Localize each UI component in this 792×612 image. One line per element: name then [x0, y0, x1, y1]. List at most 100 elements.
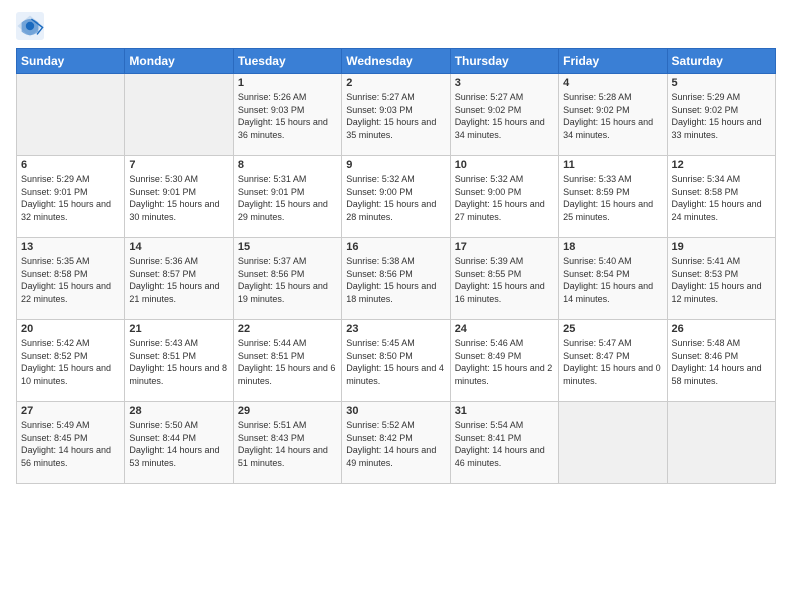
calendar-cell: 13 Sunrise: 5:35 AM Sunset: 8:58 PM Dayli… [17, 238, 125, 320]
day-info: Sunrise: 5:40 AM Sunset: 8:54 PM Dayligh… [563, 255, 662, 305]
calendar-cell: 17 Sunrise: 5:39 AM Sunset: 8:55 PM Dayli… [450, 238, 558, 320]
day-number: 14 [129, 241, 228, 253]
day-number: 28 [129, 405, 228, 417]
day-info: Sunrise: 5:27 AM Sunset: 9:03 PM Dayligh… [346, 91, 445, 141]
day-info: Sunrise: 5:36 AM Sunset: 8:57 PM Dayligh… [129, 255, 228, 305]
calendar-week-4: 20 Sunrise: 5:42 AM Sunset: 8:52 PM Dayli… [17, 320, 776, 402]
day-number: 20 [21, 323, 120, 335]
day-number: 18 [563, 241, 662, 253]
calendar-cell: 6 Sunrise: 5:29 AM Sunset: 9:01 PM Daylig… [17, 156, 125, 238]
day-number: 24 [455, 323, 554, 335]
day-info: Sunrise: 5:32 AM Sunset: 9:00 PM Dayligh… [455, 173, 554, 223]
day-number: 13 [21, 241, 120, 253]
calendar-cell: 4 Sunrise: 5:28 AM Sunset: 9:02 PM Daylig… [559, 74, 667, 156]
calendar-cell: 20 Sunrise: 5:42 AM Sunset: 8:52 PM Dayli… [17, 320, 125, 402]
day-info: Sunrise: 5:47 AM Sunset: 8:47 PM Dayligh… [563, 337, 662, 387]
day-info: Sunrise: 5:29 AM Sunset: 9:02 PM Dayligh… [672, 91, 771, 141]
day-number: 16 [346, 241, 445, 253]
day-info: Sunrise: 5:31 AM Sunset: 9:01 PM Dayligh… [238, 173, 337, 223]
day-number: 25 [563, 323, 662, 335]
logo-icon [16, 12, 44, 40]
calendar-cell: 7Sunrise: 5:30 AM Sunset: 9:01 PM Daylig… [125, 156, 233, 238]
calendar-cell: 21 Sunrise: 5:43 AM Sunset: 8:51 PM Dayli… [125, 320, 233, 402]
day-number: 6 [21, 159, 120, 171]
day-info: Sunrise: 5:34 AM Sunset: 8:58 PM Dayligh… [672, 173, 771, 223]
calendar-cell: 23 Sunrise: 5:45 AM Sunset: 8:50 PM Dayli… [342, 320, 450, 402]
day-number: 11 [563, 159, 662, 171]
day-info: Sunrise: 5:33 AM Sunset: 8:59 PM Dayligh… [563, 173, 662, 223]
day-number: 19 [672, 241, 771, 253]
calendar-week-3: 13 Sunrise: 5:35 AM Sunset: 8:58 PM Dayli… [17, 238, 776, 320]
day-info: Sunrise: 5:49 AM Sunset: 8:45 PM Dayligh… [21, 419, 120, 469]
day-number: 21 [129, 323, 228, 335]
day-info: Sunrise: 5:52 AM Sunset: 8:42 PM Dayligh… [346, 419, 445, 469]
day-info: Sunrise: 5:41 AM Sunset: 8:53 PM Dayligh… [672, 255, 771, 305]
calendar-week-2: 6 Sunrise: 5:29 AM Sunset: 9:01 PM Daylig… [17, 156, 776, 238]
day-number: 15 [238, 241, 337, 253]
day-number: 4 [563, 77, 662, 89]
day-info: Sunrise: 5:28 AM Sunset: 9:02 PM Dayligh… [563, 91, 662, 141]
calendar-cell: 2 Sunrise: 5:27 AM Sunset: 9:03 PM Daylig… [342, 74, 450, 156]
day-number: 22 [238, 323, 337, 335]
calendar-cell: 11 Sunrise: 5:33 AM Sunset: 8:59 PM Dayli… [559, 156, 667, 238]
calendar-cell: 8 Sunrise: 5:31 AM Sunset: 9:01 PM Daylig… [233, 156, 341, 238]
calendar-cell: 14 Sunrise: 5:36 AM Sunset: 8:57 PM Dayli… [125, 238, 233, 320]
day-info: Sunrise: 5:26 AM Sunset: 9:03 PM Dayligh… [238, 91, 337, 141]
calendar-week-1: 1 Sunrise: 5:26 AM Sunset: 9:03 PM Daylig… [17, 74, 776, 156]
calendar-header-friday: Friday [559, 49, 667, 74]
calendar-header-sunday: Sunday [17, 49, 125, 74]
day-info: Sunrise: 5:35 AM Sunset: 8:58 PM Dayligh… [21, 255, 120, 305]
calendar-cell [667, 402, 775, 484]
calendar-cell: 1 Sunrise: 5:26 AM Sunset: 9:03 PM Daylig… [233, 74, 341, 156]
day-number: 2 [346, 77, 445, 89]
calendar-header-saturday: Saturday [667, 49, 775, 74]
day-number: 10 [455, 159, 554, 171]
day-info: Sunrise: 5:30 AM Sunset: 9:01 PM Dayligh… [129, 173, 228, 223]
day-number: 27 [21, 405, 120, 417]
calendar-cell: 26 Sunrise: 5:48 AM Sunset: 8:46 PM Dayli… [667, 320, 775, 402]
day-number: 31 [455, 405, 554, 417]
day-number: 1 [238, 77, 337, 89]
page: SundayMondayTuesdayWednesdayThursdayFrid… [0, 0, 792, 612]
calendar-cell: 15Sunrise: 5:37 AM Sunset: 8:56 PM Dayli… [233, 238, 341, 320]
calendar-header-tuesday: Tuesday [233, 49, 341, 74]
calendar-cell: 19 Sunrise: 5:41 AM Sunset: 8:53 PM Dayli… [667, 238, 775, 320]
day-number: 8 [238, 159, 337, 171]
day-number: 17 [455, 241, 554, 253]
calendar-header-monday: Monday [125, 49, 233, 74]
day-number: 30 [346, 405, 445, 417]
day-info: Sunrise: 5:39 AM Sunset: 8:55 PM Dayligh… [455, 255, 554, 305]
calendar-cell: 5 Sunrise: 5:29 AM Sunset: 9:02 PM Daylig… [667, 74, 775, 156]
day-info: Sunrise: 5:43 AM Sunset: 8:51 PM Dayligh… [129, 337, 228, 387]
day-number: 29 [238, 405, 337, 417]
day-number: 12 [672, 159, 771, 171]
day-info: Sunrise: 5:32 AM Sunset: 9:00 PM Dayligh… [346, 173, 445, 223]
calendar-cell: 24 Sunrise: 5:46 AM Sunset: 8:49 PM Dayli… [450, 320, 558, 402]
calendar-cell: 29Sunrise: 5:51 AM Sunset: 8:43 PM Dayli… [233, 402, 341, 484]
calendar-cell: 10 Sunrise: 5:32 AM Sunset: 9:00 PM Dayli… [450, 156, 558, 238]
day-number: 3 [455, 77, 554, 89]
calendar-cell [559, 402, 667, 484]
calendar-cell: 18 Sunrise: 5:40 AM Sunset: 8:54 PM Dayli… [559, 238, 667, 320]
day-number: 23 [346, 323, 445, 335]
calendar-cell: 31Sunrise: 5:54 AM Sunset: 8:41 PM Dayli… [450, 402, 558, 484]
day-info: Sunrise: 5:27 AM Sunset: 9:02 PM Dayligh… [455, 91, 554, 141]
calendar-week-5: 27 Sunrise: 5:49 AM Sunset: 8:45 PM Dayli… [17, 402, 776, 484]
day-number: 26 [672, 323, 771, 335]
calendar-cell: 25 Sunrise: 5:47 AM Sunset: 8:47 PM Dayli… [559, 320, 667, 402]
calendar-cell: 12 Sunrise: 5:34 AM Sunset: 8:58 PM Dayli… [667, 156, 775, 238]
day-info: Sunrise: 5:50 AM Sunset: 8:44 PM Dayligh… [129, 419, 228, 469]
calendar-cell: 3 Sunrise: 5:27 AM Sunset: 9:02 PM Daylig… [450, 74, 558, 156]
day-info: Sunrise: 5:46 AM Sunset: 8:49 PM Dayligh… [455, 337, 554, 387]
day-info: Sunrise: 5:38 AM Sunset: 8:56 PM Dayligh… [346, 255, 445, 305]
day-info: Sunrise: 5:44 AM Sunset: 8:51 PM Dayligh… [238, 337, 337, 387]
day-number: 5 [672, 77, 771, 89]
day-info: Sunrise: 5:45 AM Sunset: 8:50 PM Dayligh… [346, 337, 445, 387]
calendar: SundayMondayTuesdayWednesdayThursdayFrid… [16, 48, 776, 484]
header [16, 12, 776, 40]
calendar-cell [125, 74, 233, 156]
day-info: Sunrise: 5:42 AM Sunset: 8:52 PM Dayligh… [21, 337, 120, 387]
day-info: Sunrise: 5:29 AM Sunset: 9:01 PM Dayligh… [21, 173, 120, 223]
calendar-header-wednesday: Wednesday [342, 49, 450, 74]
day-info: Sunrise: 5:48 AM Sunset: 8:46 PM Dayligh… [672, 337, 771, 387]
